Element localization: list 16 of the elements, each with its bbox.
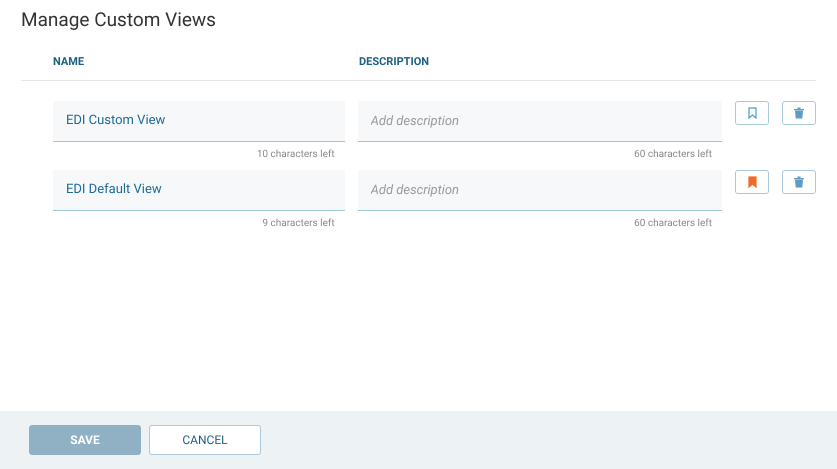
column-header: NAME [53,54,86,70]
character-counter: 60 characters left [634,217,713,230]
character-counter: 60 characters left [634,148,713,161]
delete-button[interactable] [782,170,816,194]
column-header: DESCRIPTION [359,54,430,70]
name-field[interactable]: EDI Default View [53,170,345,211]
cancel-button[interactable]: CANCEL [149,425,261,455]
character-counter: 9 characters left [262,217,336,230]
set-default-button[interactable] [735,170,769,194]
name-field[interactable]: EDI Custom View [53,101,345,142]
page-title: Manage Custom Views [21,8,217,32]
delete-button[interactable] [782,101,816,125]
trash-icon [794,176,804,188]
trash-icon [794,107,804,119]
character-counter: 10 characters left [256,148,336,161]
set-default-button[interactable] [735,101,769,125]
